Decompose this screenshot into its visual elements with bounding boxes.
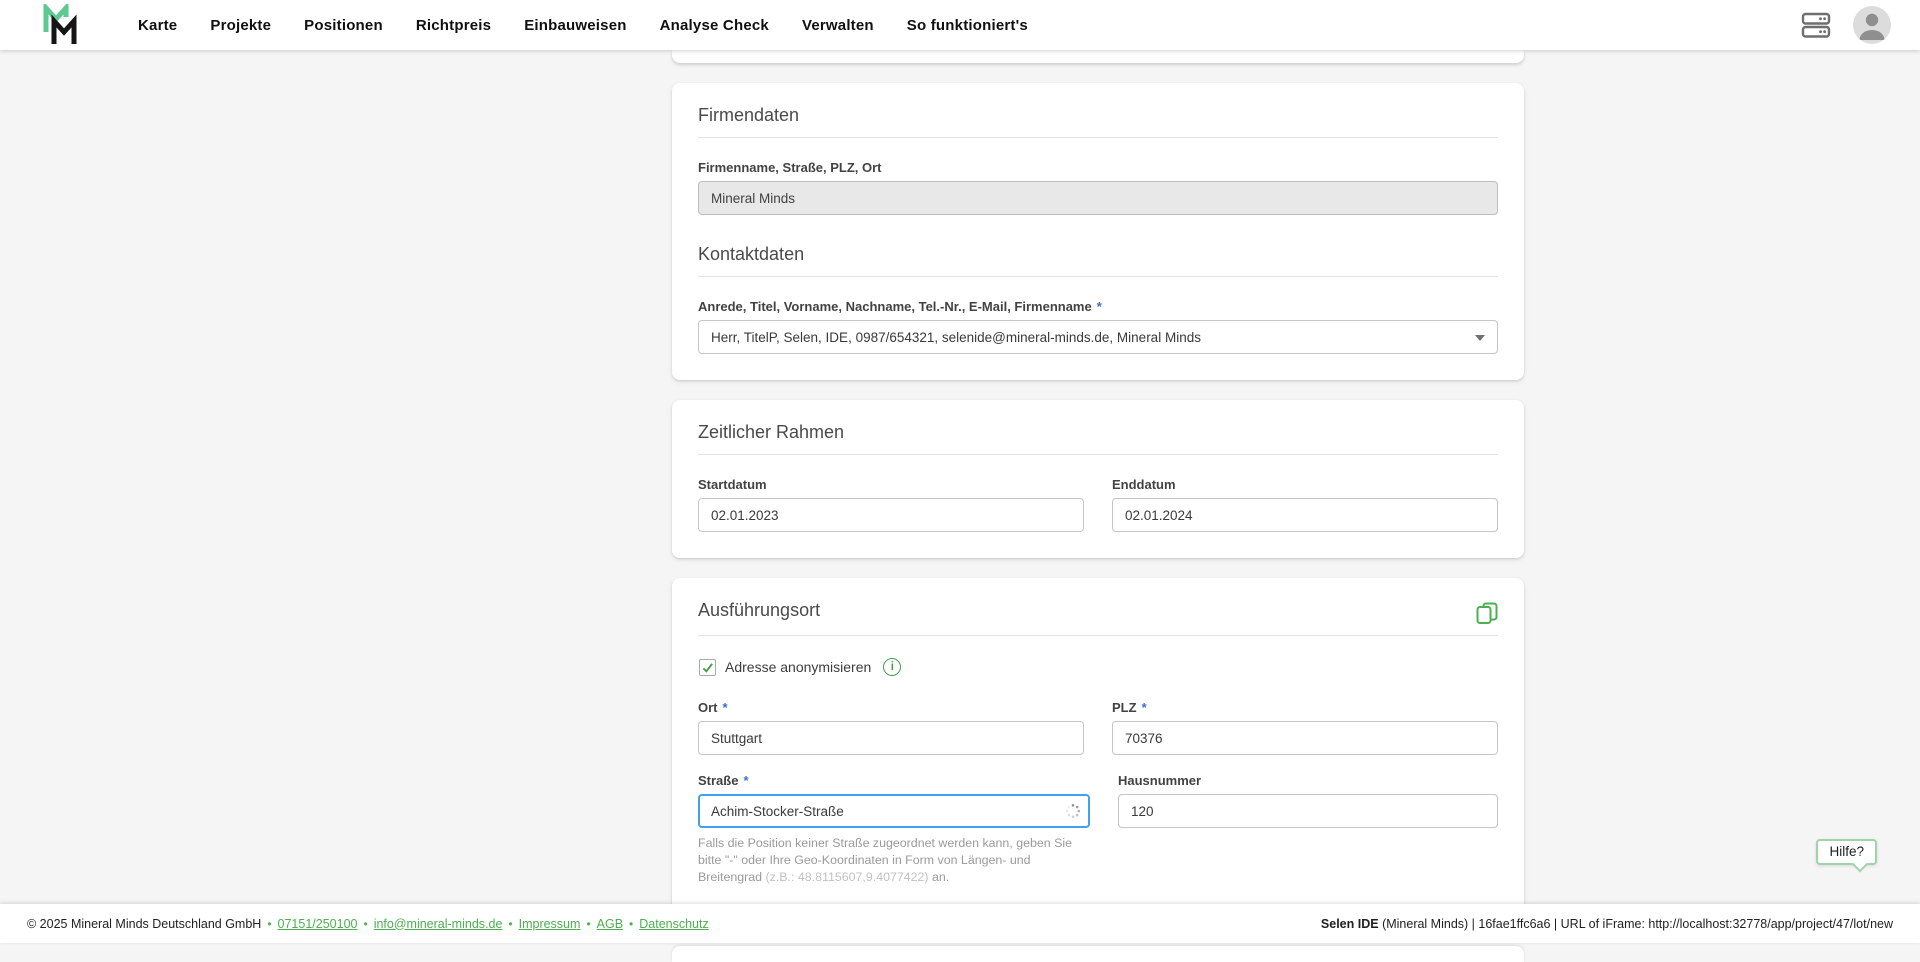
hausnummer-input[interactable] [1118,794,1498,828]
hausnummer-label: Hausnummer [1118,773,1202,788]
nav-item-karte[interactable]: Karte [138,17,177,34]
enddatum-input[interactable] [1112,498,1498,532]
card-title-ausfuehrungsort: Ausführungsort [698,600,821,620]
plz-input[interactable] [1112,721,1498,755]
app-header: Karte Projekte Positionen Richtpreis Ein… [0,0,1920,50]
mineral-minds-logo-icon [43,4,77,44]
header-right [1801,6,1891,44]
footer-link-datenschutz[interactable]: Datenschutz [639,917,708,931]
loading-spinner-icon [1065,803,1081,824]
copy-icon[interactable] [1476,602,1498,624]
card-zeitlicher-rahmen: Zeitlicher Rahmen Startdatum Enddatum [672,400,1524,558]
divider [698,276,1498,277]
company-info-input [698,181,1498,215]
nav-item-richtpreis[interactable]: Richtpreis [416,17,491,34]
startdatum-input[interactable] [698,498,1084,532]
footer-link-email[interactable]: info@mineral-minds.de [374,917,503,931]
chevron-down-icon [1475,335,1485,341]
company-info-label: Firmenname, Straße, PLZ, Ort [698,160,882,175]
anonymize-row: Adresse anonymisieren i [699,658,1498,676]
nav-item-verwalten[interactable]: Verwalten [802,17,874,34]
card-title-kontaktdaten: Kontaktdaten [698,244,805,264]
strasse-label: Straße [698,773,739,788]
card-title-zeitlicher-rahmen: Zeitlicher Rahmen [698,422,845,442]
footer-debug-info: Selen IDE (Mineral Minds) | 16fae1ffc6a6… [1321,917,1893,931]
footer-copyright: © 2025 Mineral Minds Deutschland GmbH [27,916,262,931]
geo-coords-example: (z.B.: 48.8115607,9.4077422) [765,870,929,884]
required-asterisk: * [1096,299,1102,314]
required-asterisk: * [722,700,728,715]
required-asterisk: * [743,773,749,788]
info-icon[interactable]: i [883,658,902,676]
plz-field: PLZ * [1112,700,1498,755]
ort-label: Ort [698,700,718,715]
footer-left: © 2025 Mineral Minds Deutschland GmbH • … [27,917,709,931]
anonymize-label: Adresse anonymisieren [725,659,872,675]
divider [698,635,1498,636]
strasse-input[interactable] [698,794,1090,828]
startdatum-label: Startdatum [698,477,767,492]
nav-item-projekte[interactable]: Projekte [210,17,271,34]
nav-item-so-funktionierts[interactable]: So funktioniert's [907,17,1028,34]
divider [698,454,1498,455]
checkmark-icon [702,662,713,673]
contact-select-value: Herr, TitelP, Selen, IDE, 0987/654321, s… [711,329,1201,345]
user-avatar[interactable] [1853,6,1891,44]
ide-name: Selen IDE [1320,916,1379,931]
ort-field: Ort * [698,700,1084,755]
ort-input[interactable] [698,721,1084,755]
company-info-field: Firmenname, Straße, PLZ, Ort [698,160,1498,215]
enddatum-field: Enddatum [1112,477,1498,532]
server-stack-icon[interactable] [1801,11,1831,39]
startdatum-field: Startdatum [698,477,1084,532]
anonymize-checkbox[interactable] [699,658,716,676]
footer-separator: • [363,916,368,931]
footer-separator: • [267,916,272,931]
previous-card-partial [672,50,1524,63]
card-title-firmendaten: Firmendaten [698,105,800,125]
brand-logo[interactable] [42,4,82,46]
nav-item-einbauweisen[interactable]: Einbauweisen [524,17,626,34]
footer-separator: • [629,916,634,931]
hausnummer-field: Hausnummer [1118,773,1498,886]
iframe-url-text: (Mineral Minds) | 16fae1ffc6a6 | URL of … [1378,916,1893,931]
app-footer: © 2025 Mineral Minds Deutschland GmbH • … [0,904,1920,943]
main-nav: Karte Projekte Positionen Richtpreis Ein… [138,17,1028,34]
nav-item-positionen[interactable]: Positionen [304,17,383,34]
contact-select[interactable]: Herr, TitelP, Selen, IDE, 0987/654321, s… [698,320,1498,354]
strasse-helper-text: Falls die Position keiner Straße zugeord… [698,836,1073,884]
contact-field: Anrede, Titel, Vorname, Nachname, Tel.-N… [698,299,1498,354]
content-area: Firmendaten Firmenname, Straße, PLZ, Ort… [672,50,1524,962]
strasse-field: Straße * Achim-Stocker-Straße Falls die … [698,773,1090,886]
footer-separator: • [586,916,591,931]
footer-link-agb[interactable]: AGB [597,917,623,931]
enddatum-label: Enddatum [1112,477,1176,492]
footer-separator: • [508,916,513,931]
plz-label: PLZ [1112,700,1137,715]
footer-link-impressum[interactable]: Impressum [519,917,581,931]
next-card-partial [672,946,1524,962]
required-asterisk: * [1141,700,1147,715]
card-ausfuehrungsort: Ausführungsort Adresse anonymisieren i O… [672,578,1524,912]
card-firmendaten: Firmendaten Firmenname, Straße, PLZ, Ort… [672,83,1524,380]
nav-item-analyse-check[interactable]: Analyse Check [660,17,769,34]
footer-link-phone[interactable]: 07151/250100 [278,917,358,931]
help-button[interactable]: Hilfe? [1816,839,1877,865]
divider [698,137,1498,138]
contact-label: Anrede, Titel, Vorname, Nachname, Tel.-N… [698,299,1092,314]
user-avatar-icon [1859,13,1885,40]
